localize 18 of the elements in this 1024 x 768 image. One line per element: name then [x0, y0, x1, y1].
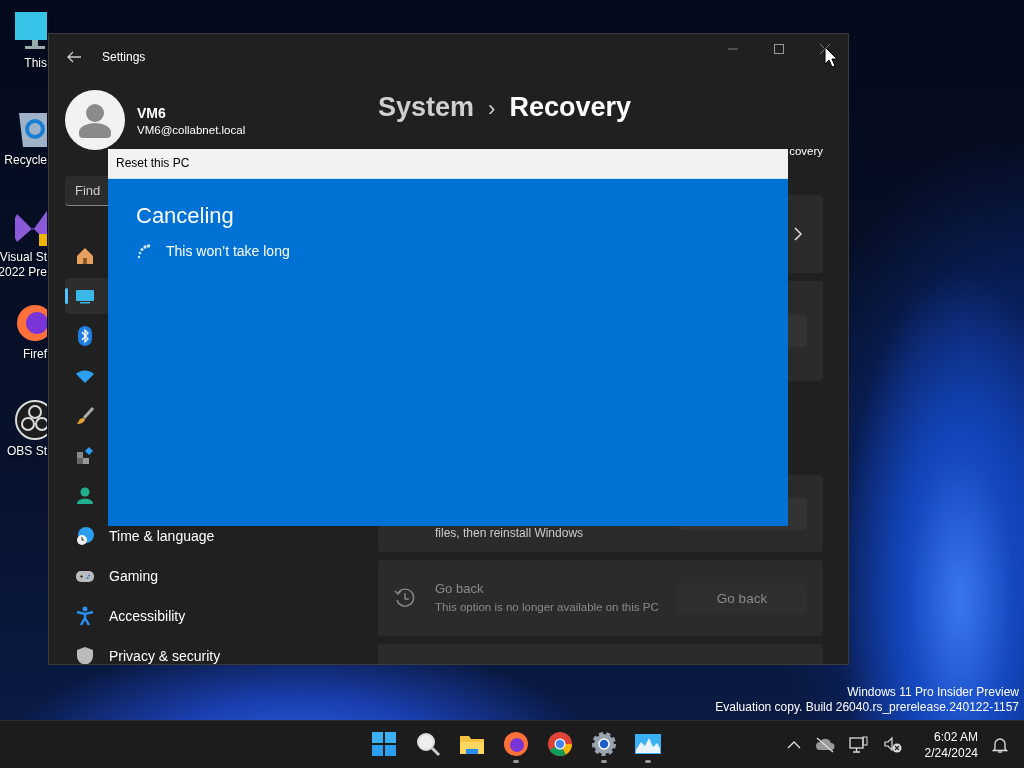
desktop-icon-label: This [24, 56, 47, 71]
status-text: This won’t take long [166, 243, 290, 259]
dialog-heading: Canceling [136, 203, 235, 229]
user-name: VM6 [137, 104, 167, 121]
card-title: Go back [435, 581, 485, 596]
card-description: files, then reinstall Windows [435, 526, 585, 540]
desktop-icon-label: Visual St [0, 250, 47, 265]
desktop-icon-label: Firef [23, 347, 47, 362]
desktop-icon-label: Recycle [4, 153, 47, 168]
window-title: Settings [102, 50, 147, 64]
dialog-title: Reset this PC [108, 149, 788, 179]
user-email: VM6@collabnet.local [137, 123, 246, 136]
breadcrumb-separator: › [488, 96, 496, 122]
card-description: This option is no longer available on this PC [435, 600, 660, 615]
desktop-icon-label: OBS St [7, 444, 47, 459]
watermark-text: Windows 11 Pro Insider Preview [846, 685, 1019, 700]
watermark-text: Evaluation copy. Build 26040.rs_prerelease.240122-1157 [715, 700, 1019, 715]
page-title: Recovery [509, 92, 631, 123]
